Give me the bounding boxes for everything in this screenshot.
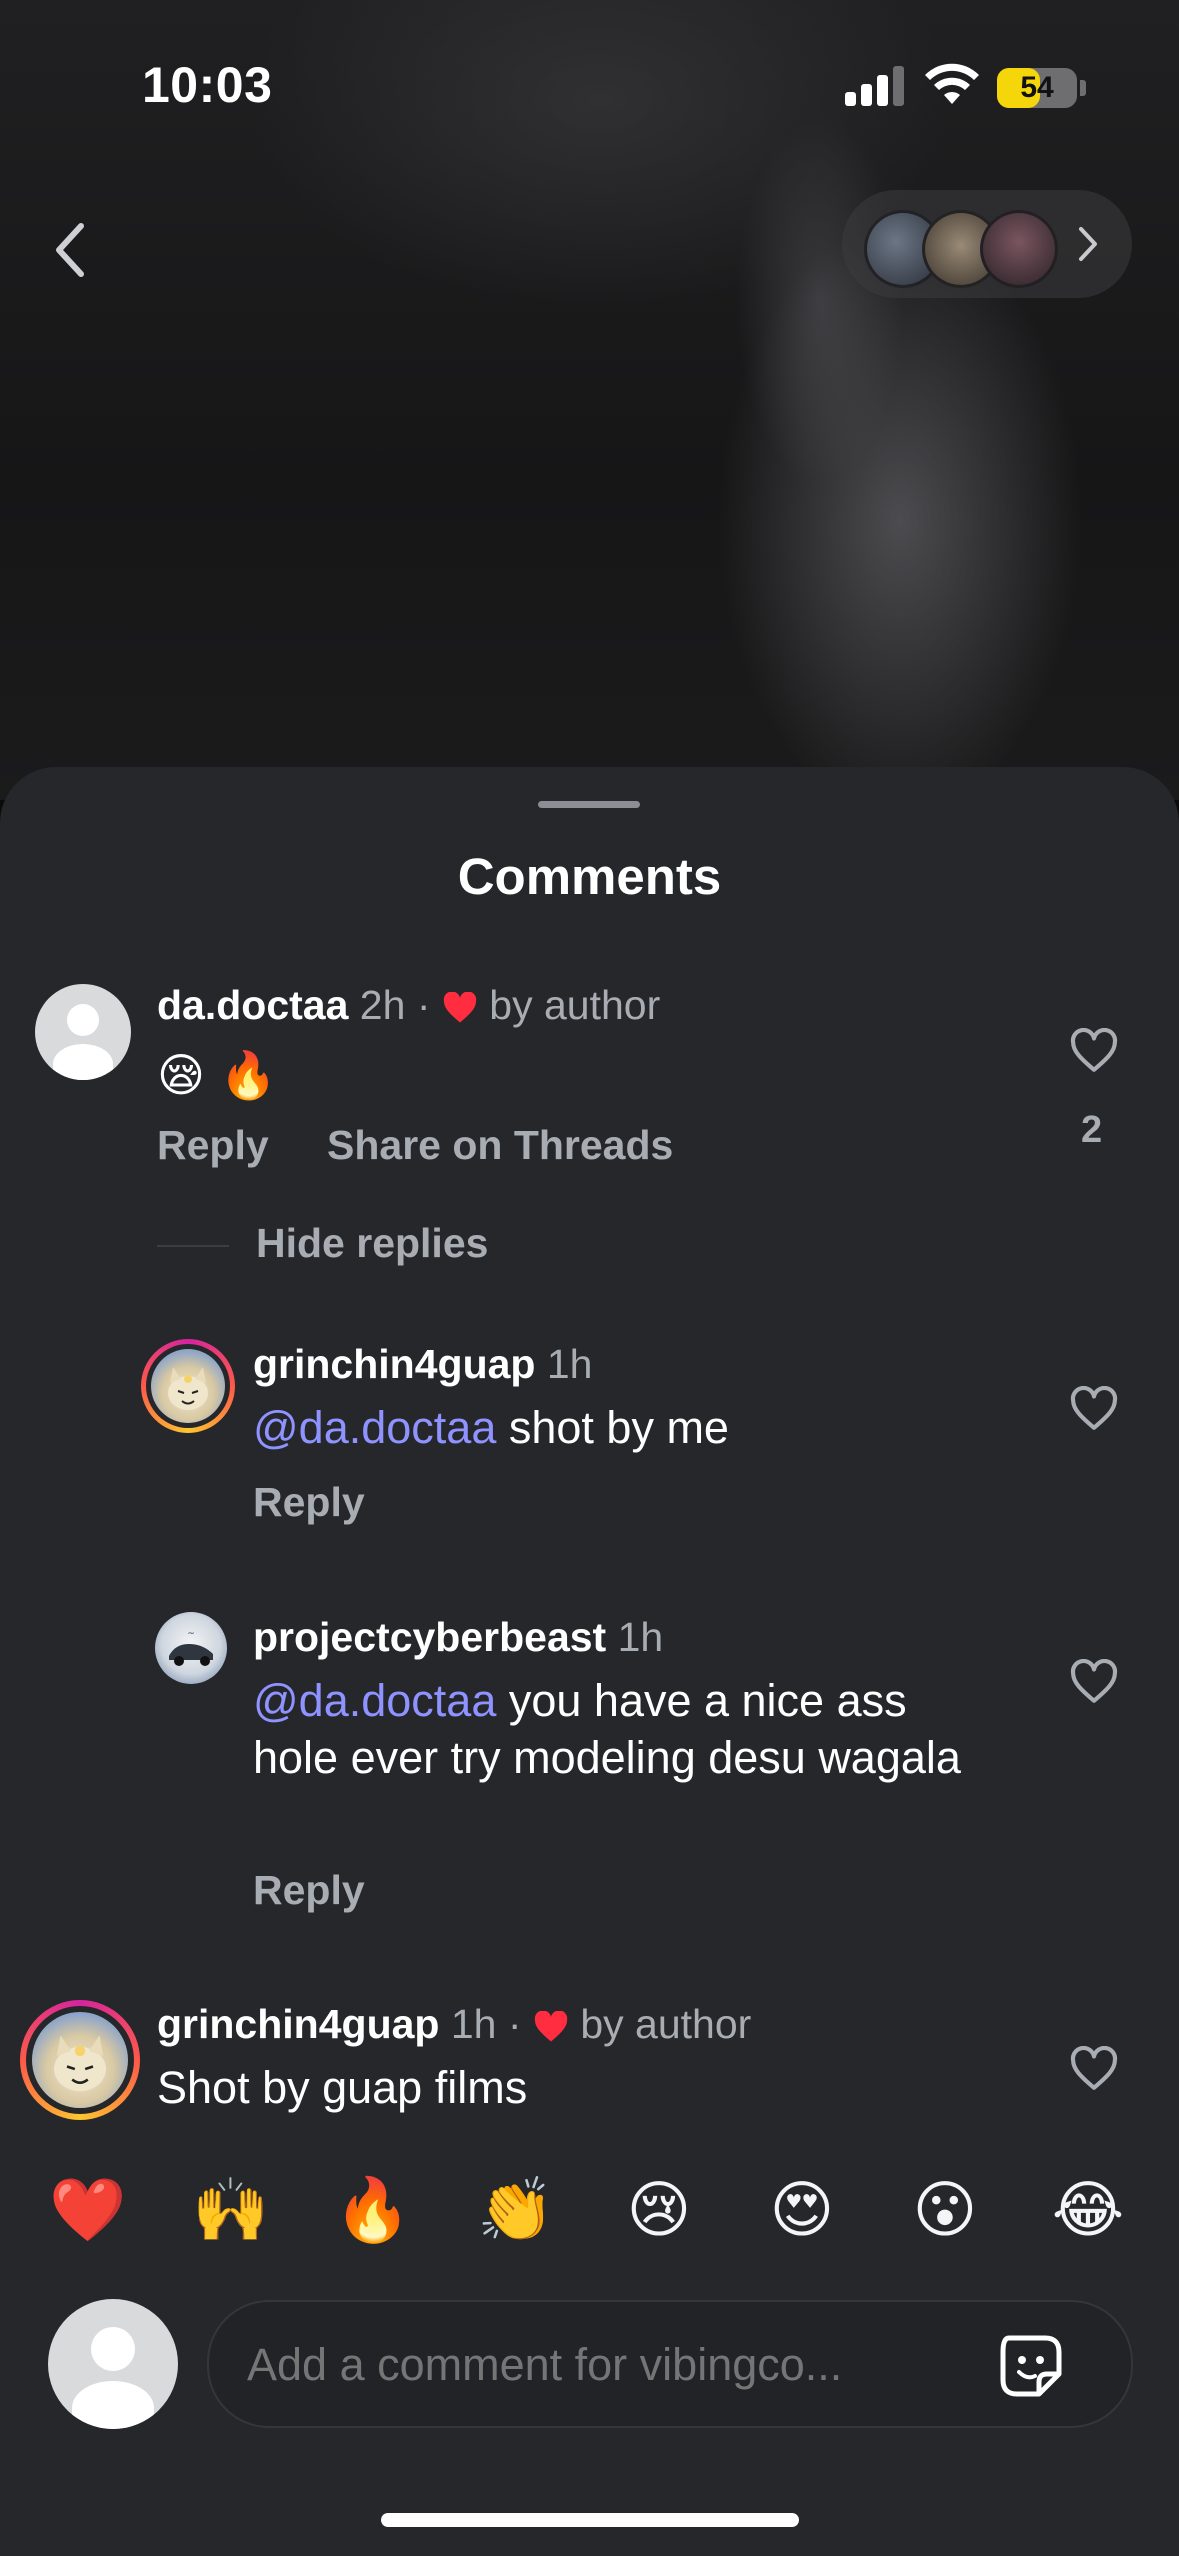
comment-text: @da.doctaa shot by me: [253, 1399, 973, 1456]
status-time: 10:03: [142, 57, 273, 113]
comment-input[interactable]: [245, 2302, 1009, 2428]
comment-time: 1h: [450, 2001, 497, 2047]
avatar[interactable]: ~: [155, 1612, 227, 1684]
story-thumbnail: [980, 210, 1058, 288]
comment-time: 1h: [617, 1614, 664, 1660]
comment-header: da.doctaa 2h · by author: [157, 982, 660, 1029]
emoji-fire-button[interactable]: 🔥: [333, 2170, 413, 2250]
liked-by-author-heart-icon: [443, 992, 477, 1023]
battery-icon: 54: [997, 68, 1077, 108]
like-count: 2: [1081, 1109, 1103, 1151]
status-bar: 10:03 54: [0, 0, 1179, 150]
like-button[interactable]: [1064, 1652, 1124, 1712]
svg-text:~: ~: [187, 1629, 195, 1639]
sheet-title: Comments: [457, 848, 722, 905]
back-button[interactable]: [40, 210, 100, 290]
heart-outline-icon: [1070, 2046, 1118, 2090]
comment-text: Shot by guap films: [157, 2062, 528, 2113]
emoji-red-heart-button[interactable]: ❤️: [48, 2170, 128, 2250]
comments-sheet: Comments da.doctaa 2h · by author 😪 🔥 Re…: [0, 767, 1179, 2556]
replies-divider-line: [157, 1245, 229, 1247]
emoji-laughing-button[interactable]: 😂: [1048, 2170, 1128, 2250]
heart-outline-icon: [1070, 1659, 1118, 1703]
car-avatar-icon: ~: [169, 1629, 213, 1666]
comment-body: shot by me: [496, 1402, 729, 1453]
emoji-raised-hands-button[interactable]: 🙌: [191, 2170, 271, 2250]
mention-link[interactable]: @da.doctaa: [253, 1675, 496, 1726]
home-indicator[interactable]: [381, 2513, 799, 2527]
meta-separator: ·: [507, 2001, 522, 2047]
comment-time: 2h: [359, 982, 406, 1028]
like-button[interactable]: [1064, 1379, 1124, 1439]
comment-header: projectcyberbeast 1h: [253, 1614, 663, 1661]
like-button[interactable]: [1064, 2039, 1124, 2099]
avatar: [32, 2012, 128, 2108]
liked-by-author-label: by author: [489, 982, 661, 1028]
battery-cap: [1080, 80, 1086, 96]
liked-by-author-heart-icon: [534, 2011, 568, 2042]
comment-username[interactable]: grinchin4guap: [157, 2001, 439, 2047]
comment-time: 1h: [546, 1341, 593, 1387]
emoji-heart-eyes-button[interactable]: 😍: [762, 2170, 842, 2250]
mention-link[interactable]: @da.doctaa: [253, 1402, 496, 1453]
sheet-grabber-handle[interactable]: [538, 801, 640, 808]
heart-outline-icon: [1070, 1386, 1118, 1430]
reply-button[interactable]: Reply: [253, 1479, 365, 1526]
comment-text: @da.doctaa you have a nice ass hole ever…: [253, 1672, 983, 1786]
comment-input-bar: [207, 2300, 1133, 2428]
liked-by-author-label: by author: [580, 2001, 752, 2047]
avatar: [151, 1349, 225, 1423]
stories-tray-button[interactable]: [842, 190, 1132, 298]
sticker-icon[interactable]: [995, 2330, 1067, 2402]
avatar[interactable]: [35, 984, 131, 1080]
reply-button[interactable]: Reply: [157, 1122, 269, 1169]
story-ring[interactable]: [20, 2000, 140, 2120]
emoji-surprised-button[interactable]: 😮: [905, 2170, 985, 2250]
like-button[interactable]: [1064, 1021, 1124, 1081]
cartoon-cat-avatar-icon: [54, 2035, 106, 2092]
chevron-left-icon: [56, 223, 84, 277]
emoji-reaction-bar: ❤️ 🙌 🔥 👏 😢 😍 😮 😂: [0, 2170, 1179, 2250]
comment-header: grinchin4guap 1h · by author: [157, 2001, 751, 2048]
battery-percent: 54: [1020, 71, 1054, 104]
story-ring[interactable]: [141, 1339, 235, 1433]
signal-icon: [845, 64, 907, 106]
comment-text: 😪 🔥: [157, 1048, 277, 1102]
emoji-crying-button[interactable]: 😢: [619, 2170, 699, 2250]
chevron-right-icon: [1068, 214, 1108, 274]
comment-username[interactable]: projectcyberbeast: [253, 1614, 606, 1660]
meta-separator: ·: [416, 982, 431, 1028]
share-on-threads-button[interactable]: Share on Threads: [327, 1122, 673, 1169]
emoji-clapping-button[interactable]: 👏: [476, 2170, 556, 2250]
reply-button[interactable]: Reply: [253, 1867, 365, 1914]
comment-username[interactable]: grinchin4guap: [253, 1341, 535, 1387]
comment-username[interactable]: da.doctaa: [157, 982, 348, 1028]
wifi-icon: [925, 63, 979, 104]
cartoon-cat-avatar-icon: [168, 1367, 208, 1410]
comment-header: grinchin4guap 1h: [253, 1341, 592, 1388]
current-user-avatar[interactable]: [48, 2299, 178, 2429]
heart-outline-icon: [1070, 1028, 1118, 1072]
hide-replies-button[interactable]: Hide replies: [256, 1220, 488, 1267]
